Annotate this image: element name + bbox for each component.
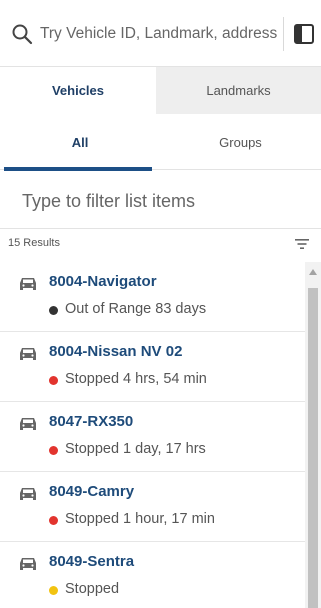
panel-toggle-icon[interactable] bbox=[293, 23, 315, 45]
tab-vehicles[interactable]: Vehicles bbox=[0, 67, 156, 114]
results-bar: 15 Results bbox=[0, 230, 321, 258]
sort-icon[interactable] bbox=[294, 237, 310, 251]
car-icon bbox=[20, 278, 36, 290]
list-item[interactable]: 8049-Sentra Stopped bbox=[0, 542, 305, 608]
vehicle-status: Stopped 1 hour, 17 min bbox=[65, 511, 215, 527]
car-icon bbox=[20, 418, 36, 430]
results-count: 15 Results bbox=[8, 237, 60, 249]
filter-bar bbox=[0, 171, 321, 229]
search-divider bbox=[283, 17, 284, 51]
scroll-up-arrow-icon[interactable] bbox=[309, 269, 317, 275]
vehicle-name: 8047-RX350 bbox=[49, 413, 134, 430]
scroll-thumb[interactable] bbox=[308, 288, 318, 608]
list-item[interactable]: 8047-RX350 Stopped 1 day, 17 hrs bbox=[0, 402, 305, 472]
list-scrollbar[interactable] bbox=[305, 262, 321, 608]
sub-tabs: All Groups bbox=[0, 114, 321, 171]
list-item[interactable]: 8004-Navigator Out of Range 83 days bbox=[0, 262, 305, 332]
status-dot bbox=[49, 306, 58, 315]
car-icon bbox=[20, 488, 36, 500]
status-dot bbox=[49, 376, 58, 385]
tab-all[interactable]: All bbox=[0, 114, 160, 171]
vehicle-name: 8049-Camry bbox=[49, 483, 135, 500]
vehicle-list: 8004-Navigator Out of Range 83 days 8004… bbox=[0, 262, 305, 608]
filter-input[interactable] bbox=[22, 187, 302, 215]
search-bar bbox=[0, 0, 321, 67]
list-item[interactable]: 8049-Camry Stopped 1 hour, 17 min bbox=[0, 472, 305, 542]
car-icon bbox=[20, 558, 36, 570]
vehicle-name: 8049-Sentra bbox=[49, 553, 135, 570]
vehicle-status: Stopped bbox=[65, 581, 120, 597]
top-tabs: Vehicles Landmarks bbox=[0, 67, 321, 114]
vehicle-name: 8004-Navigator bbox=[49, 273, 157, 290]
vehicle-status: Stopped 1 day, 17 hrs bbox=[65, 441, 206, 457]
status-dot bbox=[49, 516, 58, 525]
vehicle-status: Out of Range 83 days bbox=[65, 301, 207, 317]
list-item[interactable]: 8004-Nissan NV 02 Stopped 4 hrs, 54 min bbox=[0, 332, 305, 402]
vehicle-name: 8004-Nissan NV 02 bbox=[49, 343, 183, 360]
status-dot bbox=[49, 586, 58, 595]
vehicle-status: Stopped 4 hrs, 54 min bbox=[65, 371, 207, 387]
status-dot bbox=[49, 446, 58, 455]
search-input[interactable] bbox=[40, 19, 280, 49]
tab-landmarks[interactable]: Landmarks bbox=[156, 67, 321, 114]
tab-groups[interactable]: Groups bbox=[160, 114, 321, 170]
car-icon bbox=[20, 348, 36, 360]
search-icon[interactable] bbox=[10, 22, 34, 46]
